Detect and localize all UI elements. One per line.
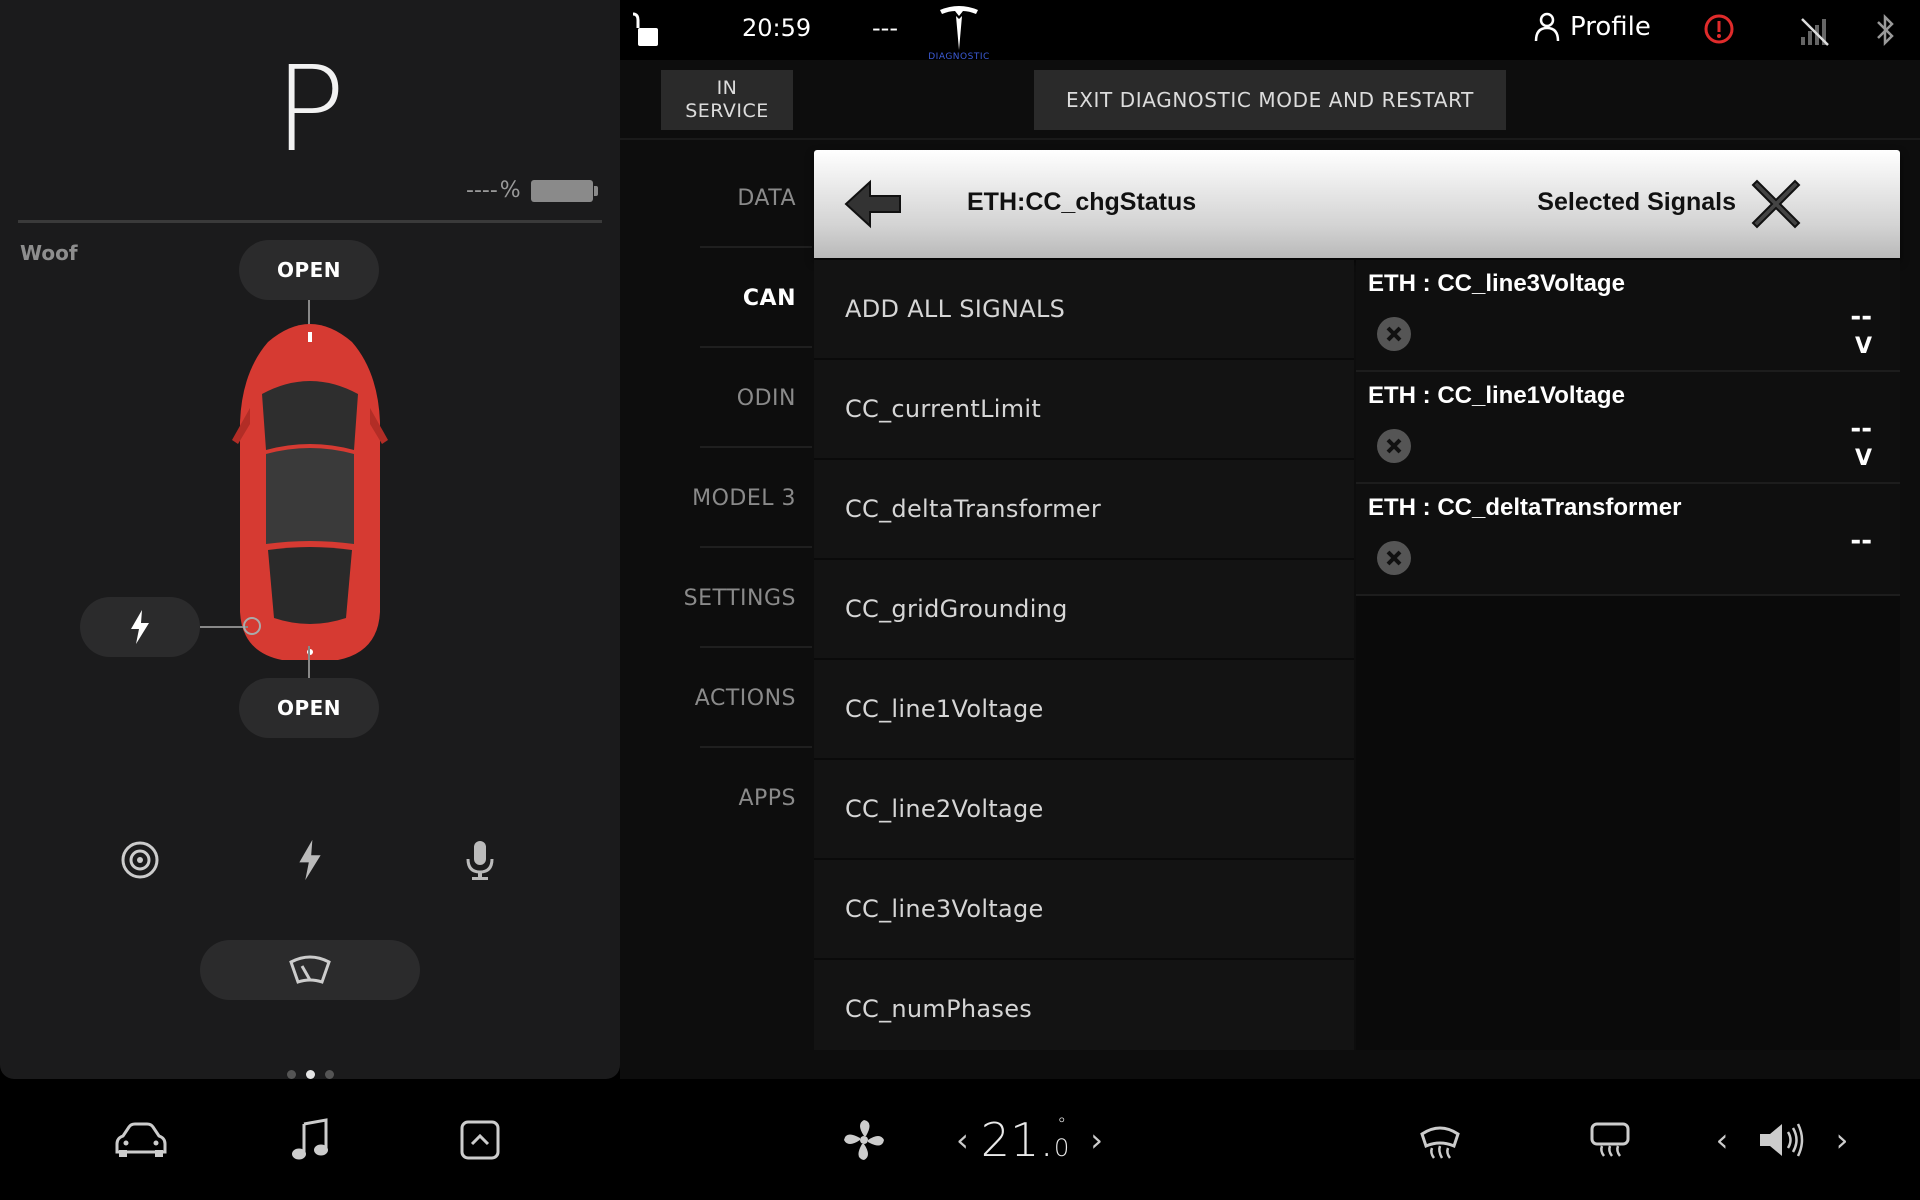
app-launcher-icon[interactable] <box>450 1110 510 1170</box>
page-dot-active <box>305 1070 315 1079</box>
nav-divider <box>700 746 812 748</box>
temperature-decimal: 0 <box>1053 1134 1070 1162</box>
in-service-label-2: SERVICE <box>685 100 769 122</box>
selected-signal-value: -- <box>1850 302 1872 332</box>
page-dot <box>324 1070 334 1079</box>
open-frunk-button[interactable]: OPEN <box>239 240 379 300</box>
front-defrost-icon[interactable] <box>1410 1110 1470 1170</box>
selected-signal-row: ETH : CC_line1Voltage -- V <box>1356 372 1900 484</box>
divider <box>620 138 1920 140</box>
nav-item-actions[interactable]: ACTIONS <box>640 686 796 711</box>
unlock-icon[interactable] <box>632 12 662 48</box>
lightning-icon <box>131 610 149 644</box>
temp-increase-chevron-icon[interactable]: › <box>1090 1121 1103 1159</box>
charge-leader-line <box>200 626 248 628</box>
nav-divider <box>700 246 812 248</box>
exit-diagnostic-button[interactable]: EXIT DIAGNOSTIC MODE AND RESTART <box>1034 70 1506 130</box>
volume-up-chevron-icon[interactable]: › <box>1812 1110 1872 1170</box>
dashcam-icon[interactable] <box>110 830 170 890</box>
gear-indicator: P <box>274 40 346 178</box>
nav-divider <box>700 346 812 348</box>
page-dot <box>286 1070 296 1079</box>
profile-label: Profile <box>1570 12 1651 42</box>
cabin-temperature-control: ‹ 21.0° › <box>956 1110 1103 1170</box>
selected-signal-name: ETH : CC_line3Voltage <box>1368 270 1625 297</box>
signal-list-item[interactable]: CC_line1Voltage <box>814 660 1354 760</box>
clock: 20:59 <box>742 14 812 42</box>
remove-signal-icon[interactable] <box>1376 316 1412 352</box>
person-icon <box>1534 12 1560 42</box>
dialog-title: ETH:CC_chgStatus <box>967 188 1197 216</box>
nav-divider <box>700 546 812 548</box>
nav-item-data[interactable]: DATA <box>640 186 796 211</box>
speaker-icon[interactable] <box>1752 1110 1812 1170</box>
selected-signal-value: -- <box>1850 414 1872 444</box>
in-service-label-1: IN <box>716 77 738 99</box>
nav-item-odin[interactable]: ODIN <box>640 386 796 411</box>
profile-button[interactable]: Profile <box>1534 12 1651 42</box>
selected-signals-header: Selected Signals <box>1537 188 1736 216</box>
nav-item-settings[interactable]: SETTINGS <box>640 586 796 611</box>
outside-temperature: --- <box>872 14 898 42</box>
close-icon[interactable] <box>1745 173 1807 235</box>
back-arrow-icon[interactable] <box>842 176 904 232</box>
in-service-badge[interactable]: IN SERVICE <box>661 70 793 130</box>
nav-divider <box>700 646 812 648</box>
signal-list-item[interactable]: CC_gridGrounding <box>814 560 1354 660</box>
charge-port-button[interactable] <box>80 597 200 657</box>
battery-percent: ---- <box>466 178 498 203</box>
battery-icon <box>530 179 598 202</box>
no-signal-icon[interactable] <box>1798 15 1830 47</box>
remove-signal-icon[interactable] <box>1376 540 1412 576</box>
selected-signal-row: ETH : CC_line3Voltage -- V <box>1356 260 1900 372</box>
signal-list-item[interactable]: CC_line3Voltage <box>814 860 1354 960</box>
charging-icon[interactable] <box>280 830 340 890</box>
rear-defrost-icon[interactable] <box>1580 1110 1640 1170</box>
battery-unit: % <box>499 178 521 203</box>
cabin-temperature: 21.0° <box>981 1113 1078 1167</box>
selected-signal-row: ETH : CC_deltaTransformer -- <box>1356 484 1900 596</box>
wiper-icon <box>289 955 331 984</box>
alert-icon[interactable] <box>1703 13 1735 45</box>
selected-signal-value: -- <box>1850 526 1872 556</box>
open-trunk-button[interactable]: OPEN <box>239 678 379 738</box>
signal-list-item[interactable]: CC_deltaTransformer <box>814 460 1354 560</box>
selected-signal-unit: V <box>1854 334 1872 359</box>
selected-signal-name: ETH : CC_deltaTransformer <box>1368 494 1682 521</box>
microphone-icon[interactable] <box>450 830 510 890</box>
nav-item-model-3[interactable]: MODEL 3 <box>640 486 796 511</box>
diagnostic-badge: DIAGNOSTIC <box>928 52 990 62</box>
nav-divider <box>700 446 812 448</box>
degree-symbol: ° <box>1057 1114 1067 1135</box>
music-note-icon[interactable] <box>280 1110 340 1170</box>
car-top-view-image <box>232 324 388 660</box>
signal-list-item[interactable]: CC_currentLimit <box>814 360 1354 460</box>
selected-signal-name: ETH : CC_line1Voltage <box>1368 382 1625 409</box>
remove-signal-icon[interactable] <box>1376 428 1412 464</box>
car-icon[interactable] <box>110 1110 170 1170</box>
tesla-t-icon <box>940 6 978 50</box>
charge-port-marker <box>243 617 261 635</box>
trunk-leader-line <box>308 646 310 678</box>
temp-decrease-chevron-icon[interactable]: ‹ <box>956 1121 969 1159</box>
nav-item-apps[interactable]: APPS <box>640 786 796 811</box>
selected-signal-unit: V <box>1854 446 1872 471</box>
signal-list: ADD ALL SIGNALS CC_currentLimit CC_delta… <box>814 260 1354 1050</box>
selected-signals-list: ETH : CC_line3Voltage -- V ETH : CC_line… <box>1356 260 1900 1050</box>
battery-status: ---- % <box>466 178 598 203</box>
vehicle-name: Woof <box>20 241 78 265</box>
temperature-value: 21. <box>980 1113 1054 1167</box>
signal-list-item[interactable]: CC_numPhases <box>814 960 1354 1050</box>
volume-down-chevron-icon[interactable]: ‹ <box>1692 1110 1752 1170</box>
divider <box>18 220 602 223</box>
bluetooth-icon[interactable] <box>1870 12 1900 48</box>
fan-icon[interactable] <box>834 1110 894 1170</box>
nav-item-can[interactable]: CAN <box>640 286 796 311</box>
tesla-logo[interactable]: DIAGNOSTIC <box>923 4 995 62</box>
wiper-button[interactable] <box>200 940 420 1000</box>
add-all-signals-button[interactable]: ADD ALL SIGNALS <box>814 260 1354 360</box>
signal-list-item[interactable]: CC_line2Voltage <box>814 760 1354 860</box>
